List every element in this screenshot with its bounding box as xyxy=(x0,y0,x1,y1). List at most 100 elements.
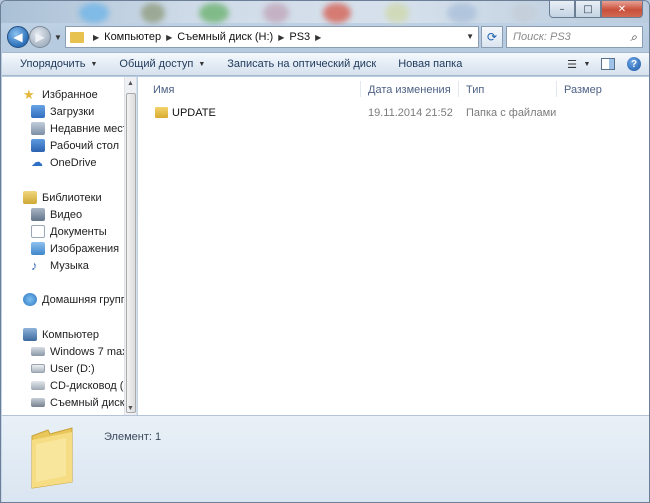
column-divider[interactable] xyxy=(556,81,557,97)
nav-documents[interactable]: Документы xyxy=(31,223,107,240)
search-input[interactable]: Поиск: PS3 ⌕ xyxy=(506,26,643,48)
nav-recent-places[interactable]: Недавние места xyxy=(31,120,134,137)
search-icon: ⌕ xyxy=(630,30,637,44)
column-divider[interactable] xyxy=(360,81,361,97)
scroll-down-icon[interactable]: ▼ xyxy=(127,405,134,412)
nav-onedrive[interactable]: ☁ OneDrive xyxy=(31,154,96,171)
music-icon: ♪ xyxy=(31,258,38,273)
view-dropdown[interactable]: ▼ xyxy=(582,55,592,73)
nav-homegroup[interactable]: Домашняя группа xyxy=(23,291,133,308)
recent-pages-dropdown[interactable]: ▼ xyxy=(54,33,62,42)
preview-pane-icon xyxy=(601,58,615,70)
title-bar[interactable]: – □ ✕ xyxy=(1,1,649,23)
item-count: Элемент: 1 xyxy=(104,431,162,443)
chevron-down-icon: ▼ xyxy=(198,60,206,68)
documents-icon xyxy=(31,225,45,238)
scroll-up-icon[interactable]: ▲ xyxy=(127,80,134,87)
nav-cd-drive[interactable]: CD-дисковод (F:) xyxy=(31,377,136,394)
share-button[interactable]: Общий доступ ▼ xyxy=(108,58,216,70)
chevron-down-icon: ▼ xyxy=(583,60,591,68)
nav-removable-disk[interactable]: Съемный диск (I xyxy=(31,394,134,411)
maximize-button[interactable]: □ xyxy=(575,1,601,18)
file-row[interactable]: UPDATE 19.11.2014 21:52 Папка с файлами xyxy=(138,103,649,123)
desktop-blur-icon xyxy=(447,3,477,23)
organize-button[interactable]: Упорядочить ▼ xyxy=(2,58,108,70)
new-folder-label: Новая папка xyxy=(398,58,463,70)
command-bar: Упорядочить ▼ Общий доступ ▼ Записать на… xyxy=(2,52,649,76)
recent-places-icon xyxy=(31,122,45,135)
chevron-right-icon[interactable]: ▶ xyxy=(166,33,172,42)
nav-label: Изображения xyxy=(50,242,120,255)
desktop-icon xyxy=(31,139,45,152)
arrow-right-icon: ▶ xyxy=(35,30,45,44)
back-button[interactable]: ◀ xyxy=(7,26,29,48)
file-name: UPDATE xyxy=(172,107,216,119)
libraries-icon xyxy=(23,191,37,204)
nav-label: User (D:) xyxy=(50,362,95,375)
nav-label: Видео xyxy=(50,208,83,221)
preview-pane-button[interactable] xyxy=(598,55,618,73)
desktop-blur-icon xyxy=(511,3,537,23)
desktop-blur-icon xyxy=(323,3,351,23)
help-button[interactable]: ? xyxy=(624,55,644,73)
drive-icon xyxy=(31,364,45,373)
homegroup-icon xyxy=(23,293,37,306)
video-icon xyxy=(31,208,45,221)
column-header-type[interactable]: Тип xyxy=(466,84,484,96)
breadcrumb-ps3[interactable]: PS3 xyxy=(289,31,310,43)
nav-downloads[interactable]: Загрузки xyxy=(31,103,94,120)
nav-video[interactable]: Видео xyxy=(31,206,82,223)
search-placeholder: Поиск: PS3 xyxy=(513,31,571,43)
burn-button[interactable]: Записать на оптический диск xyxy=(216,58,387,70)
large-folder-icon xyxy=(31,427,73,489)
nav-favorites[interactable]: ★ Избранное xyxy=(23,86,98,103)
arrow-left-icon: ◀ xyxy=(13,30,23,44)
navpane-scrollbar[interactable]: ▲ ▼ xyxy=(124,77,136,415)
cloud-icon: ☁ xyxy=(31,155,43,169)
nav-label: Windows 7 max-( xyxy=(50,345,135,358)
refresh-button[interactable]: ⟳ xyxy=(481,26,503,48)
nav-label: Компьютер xyxy=(42,328,99,341)
address-dropdown[interactable]: ▼ xyxy=(466,32,474,41)
nav-pictures[interactable]: Изображения xyxy=(31,240,119,257)
address-bar[interactable]: ▶ Компьютер ▶ Съемный диск (H:) ▶ PS3 ▶ … xyxy=(65,26,479,48)
desktop-blur-icon xyxy=(199,3,229,23)
navigation-pane: ★ Избранное Загрузки Недавние места Рабо… xyxy=(2,77,137,415)
list-view-icon: ☰ xyxy=(567,58,577,71)
view-controls: ☰ ▼ ? xyxy=(556,55,644,73)
change-view-button[interactable]: ☰ xyxy=(562,55,582,73)
forward-button[interactable]: ▶ xyxy=(29,26,51,48)
breadcrumb-computer[interactable]: Компьютер xyxy=(104,31,161,43)
folder-icon xyxy=(70,31,84,43)
file-list: Имя Дата изменения Тип Размер UPDATE 19.… xyxy=(138,77,649,415)
nav-desktop[interactable]: Рабочий стол xyxy=(31,137,119,154)
desktop-blur-icon xyxy=(79,3,109,23)
column-header-name[interactable]: Имя xyxy=(153,84,174,96)
chevron-right-icon[interactable]: ▶ xyxy=(278,33,284,42)
pictures-icon xyxy=(31,242,45,255)
file-type: Папка с файлами xyxy=(466,107,557,119)
nav-music[interactable]: ♪ Музыка xyxy=(31,257,89,274)
nav-drive-c[interactable]: Windows 7 max-( xyxy=(31,343,135,360)
nav-libraries[interactable]: Библиотеки xyxy=(23,189,102,206)
column-header-size[interactable]: Размер xyxy=(564,84,602,96)
close-button[interactable]: ✕ xyxy=(601,1,643,18)
refresh-icon: ⟳ xyxy=(486,30,498,44)
explorer-window: – □ ✕ ◀ ▶ ▼ ▶ Компьютер ▶ Съемный диск (… xyxy=(0,0,650,503)
cd-drive-icon xyxy=(31,381,45,390)
address-row: ◀ ▶ ▼ ▶ Компьютер ▶ Съемный диск (H:) ▶ … xyxy=(1,23,649,51)
details-pane: Элемент: 1 xyxy=(2,415,649,502)
nav-drive-d[interactable]: User (D:) xyxy=(31,360,95,377)
removable-drive-icon xyxy=(31,398,45,407)
chevron-right-icon[interactable]: ▶ xyxy=(315,33,321,42)
column-divider[interactable] xyxy=(458,81,459,97)
column-header-date[interactable]: Дата изменения xyxy=(368,84,451,96)
new-folder-button[interactable]: Новая папка xyxy=(387,58,473,70)
chevron-right-icon[interactable]: ▶ xyxy=(93,33,99,42)
scrollbar-thumb[interactable] xyxy=(126,93,136,413)
minimize-button[interactable]: – xyxy=(549,1,575,18)
nav-computer[interactable]: Компьютер xyxy=(23,326,99,343)
nav-label: Музыка xyxy=(50,259,89,272)
nav-label: Домашняя группа xyxy=(42,293,133,306)
breadcrumb-removable-disk[interactable]: Съемный диск (H:) xyxy=(177,31,273,43)
